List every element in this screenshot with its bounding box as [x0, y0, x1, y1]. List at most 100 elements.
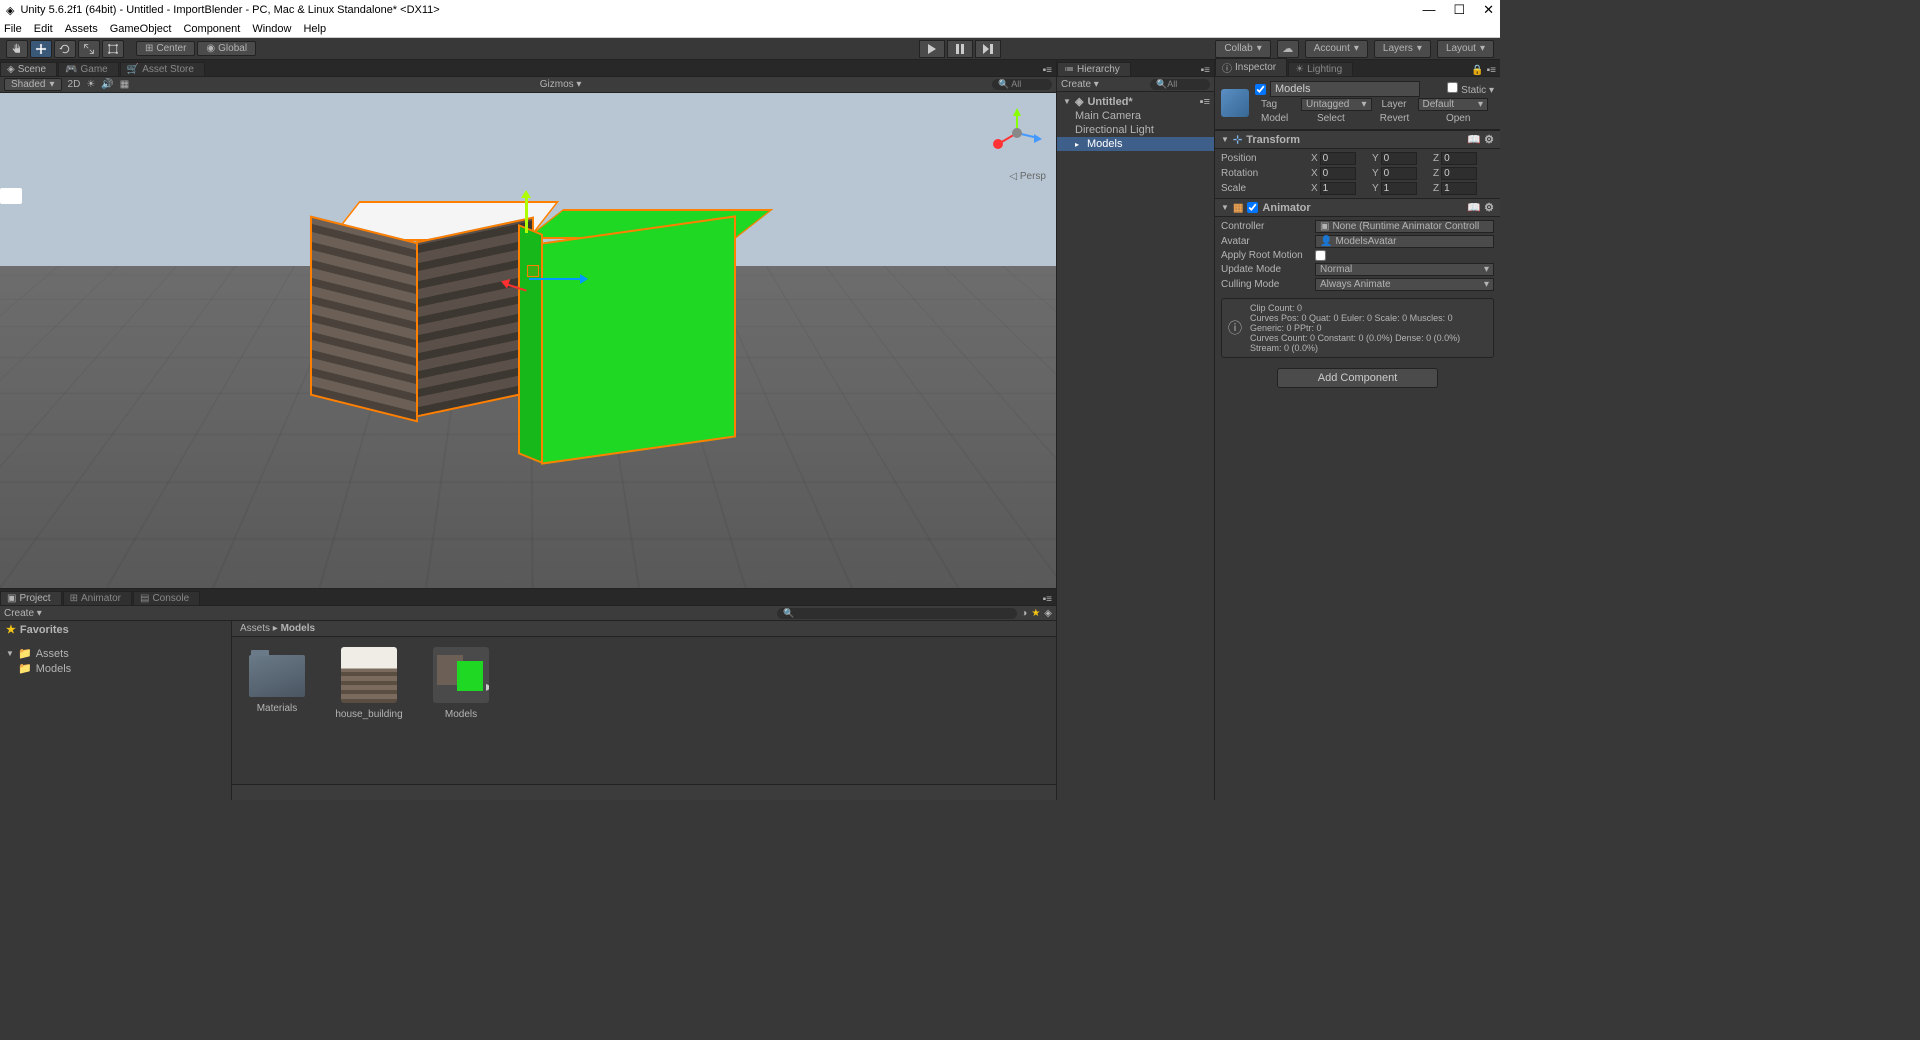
audio-toggle-icon[interactable]: 🔊 — [101, 79, 113, 90]
panel-options-icon[interactable]: ▪≡ — [1043, 594, 1052, 605]
rect-tool-button[interactable] — [102, 40, 124, 58]
animator-component-header[interactable]: ▼▦Animator📖 ⚙ — [1215, 198, 1500, 217]
layer-dropdown[interactable]: Default▾ — [1418, 98, 1489, 111]
hand-tool-button[interactable] — [6, 40, 28, 58]
favorites-header[interactable]: ★Favorites — [0, 621, 231, 638]
scene-options-icon[interactable]: ▪≡ — [1200, 96, 1210, 108]
maximize-button[interactable]: ☐ — [1453, 2, 1465, 18]
active-checkbox[interactable] — [1255, 84, 1266, 95]
hierarchy-search[interactable]: 🔍All — [1150, 79, 1210, 90]
scale-z[interactable] — [1441, 182, 1477, 195]
scale-tool-button[interactable] — [78, 40, 100, 58]
textured-cube[interactable] — [310, 201, 535, 411]
models-folder-tree[interactable]: 📁Models — [0, 661, 231, 676]
tab-project[interactable]: ▣Project — [0, 591, 62, 605]
avatar-field[interactable]: 👤ModelsAvatar — [1315, 235, 1494, 248]
transform-component-header[interactable]: ▼⊹Transform📖 ⚙ — [1215, 130, 1500, 149]
tab-scene[interactable]: ◈Scene — [0, 62, 57, 76]
panel-options-icon[interactable]: 🔒 ▪≡ — [1471, 65, 1496, 76]
fx-toggle-icon[interactable]: ▦ — [120, 79, 129, 90]
panel-options-icon[interactable]: ▪≡ — [1201, 65, 1210, 76]
filter-icon[interactable]: ◑ — [1021, 608, 1027, 619]
controller-field[interactable]: ▣None (Runtime Animator Controll — [1315, 220, 1494, 233]
rot-y[interactable] — [1381, 167, 1417, 180]
tab-lighting[interactable]: ☀Lighting — [1288, 62, 1353, 76]
scene-view[interactable]: ◁ Persp — [0, 93, 1056, 588]
help-icon[interactable]: 📖 ⚙ — [1467, 201, 1494, 214]
shading-mode-dropdown[interactable]: Shaded ▾ — [4, 78, 62, 91]
play-button[interactable] — [919, 40, 945, 58]
hierarchy-models[interactable]: ▸Models — [1057, 137, 1214, 151]
layers-dropdown[interactable]: Layers▾ — [1374, 40, 1431, 58]
rot-x[interactable] — [1320, 167, 1356, 180]
help-icon[interactable]: 📖 ⚙ — [1467, 133, 1494, 146]
project-search[interactable]: 🔍 — [777, 608, 1017, 619]
pivot-global-button[interactable]: ◉Global — [197, 41, 256, 56]
step-button[interactable] — [975, 40, 1001, 58]
apply-root-checkbox[interactable] — [1315, 250, 1326, 261]
layout-dropdown[interactable]: Layout▾ — [1437, 40, 1494, 58]
account-dropdown[interactable]: Account▾ — [1305, 40, 1368, 58]
scale-x[interactable] — [1320, 182, 1356, 195]
pause-button[interactable] — [947, 40, 973, 58]
move-tool-button[interactable] — [30, 40, 52, 58]
select-button[interactable]: Select — [1301, 113, 1361, 124]
green-cube[interactable] — [518, 209, 748, 464]
hierarchy-main-camera[interactable]: Main Camera — [1057, 109, 1214, 123]
rotate-tool-button[interactable] — [54, 40, 76, 58]
asset-models[interactable]: ▸ Models — [426, 647, 496, 720]
create-dropdown[interactable]: Create ▾ — [4, 608, 42, 619]
pos-x[interactable] — [1320, 152, 1356, 165]
menu-assets[interactable]: Assets — [65, 23, 98, 35]
menu-component[interactable]: Component — [183, 23, 240, 35]
pos-y[interactable] — [1381, 152, 1417, 165]
menu-help[interactable]: Help — [303, 23, 326, 35]
tab-hierarchy[interactable]: ≔Hierarchy — [1057, 62, 1131, 76]
menu-window[interactable]: Window — [252, 23, 291, 35]
plane-handle[interactable] — [527, 265, 539, 277]
2d-toggle[interactable]: 2D — [68, 79, 81, 90]
save-search-icon[interactable]: ◈ — [1044, 608, 1052, 619]
breadcrumb-models[interactable]: Models — [281, 623, 315, 634]
asset-house-building[interactable]: house_building — [334, 647, 404, 720]
x-axis-handle[interactable] — [529, 278, 585, 280]
lighting-toggle-icon[interactable]: ☀ — [86, 79, 95, 90]
tab-asset-store[interactable]: 🛒Asset Store — [120, 62, 205, 76]
scale-y[interactable] — [1381, 182, 1417, 195]
panel-options-icon[interactable]: ▪≡ — [1043, 65, 1052, 76]
object-name-field[interactable] — [1270, 81, 1420, 97]
tab-inspector[interactable]: ⓘInspector — [1215, 58, 1287, 76]
menu-gameobject[interactable]: GameObject — [110, 23, 172, 35]
pos-z[interactable] — [1441, 152, 1477, 165]
pivot-center-button[interactable]: ⊞Center — [136, 41, 195, 56]
add-component-button[interactable]: Add Component — [1277, 368, 1439, 388]
y-axis-handle[interactable] — [525, 193, 528, 233]
tab-animator[interactable]: ⊞Animator — [63, 591, 132, 605]
close-button[interactable]: ✕ — [1483, 2, 1494, 18]
tab-game[interactable]: 🎮Game — [58, 62, 119, 76]
scene-search[interactable]: 🔍 All — [992, 79, 1052, 90]
cloud-button[interactable]: ☁ — [1277, 40, 1299, 58]
menu-edit[interactable]: Edit — [34, 23, 53, 35]
open-button[interactable]: Open — [1428, 113, 1488, 124]
animator-enabled-checkbox[interactable] — [1247, 202, 1258, 213]
revert-button[interactable]: Revert — [1365, 113, 1425, 124]
assets-root[interactable]: ▼📁Assets — [0, 646, 231, 661]
orientation-gizmo[interactable] — [992, 103, 1042, 163]
scene-root[interactable]: ▼◈Untitled*▪≡ — [1057, 94, 1214, 109]
gizmos-dropdown[interactable]: Gizmos ▾ — [540, 79, 582, 90]
favorite-filter-icon[interactable]: ★ — [1031, 608, 1040, 619]
minimize-button[interactable]: — — [1422, 2, 1435, 18]
asset-materials[interactable]: Materials — [242, 647, 312, 714]
projection-label[interactable]: ◁ Persp — [1009, 171, 1046, 182]
hierarchy-directional-light[interactable]: Directional Light — [1057, 123, 1214, 137]
culling-mode-dropdown[interactable]: Always Animate▾ — [1315, 278, 1494, 291]
breadcrumb-assets[interactable]: Assets — [240, 623, 270, 634]
create-dropdown[interactable]: Create ▾ — [1061, 79, 1099, 90]
tab-console[interactable]: ▤Console — [133, 591, 200, 605]
menu-file[interactable]: File — [4, 23, 22, 35]
update-mode-dropdown[interactable]: Normal▾ — [1315, 263, 1494, 276]
collab-dropdown[interactable]: Collab▾ — [1215, 40, 1270, 58]
static-checkbox[interactable] — [1447, 82, 1458, 93]
tag-dropdown[interactable]: Untagged▾ — [1301, 98, 1372, 111]
